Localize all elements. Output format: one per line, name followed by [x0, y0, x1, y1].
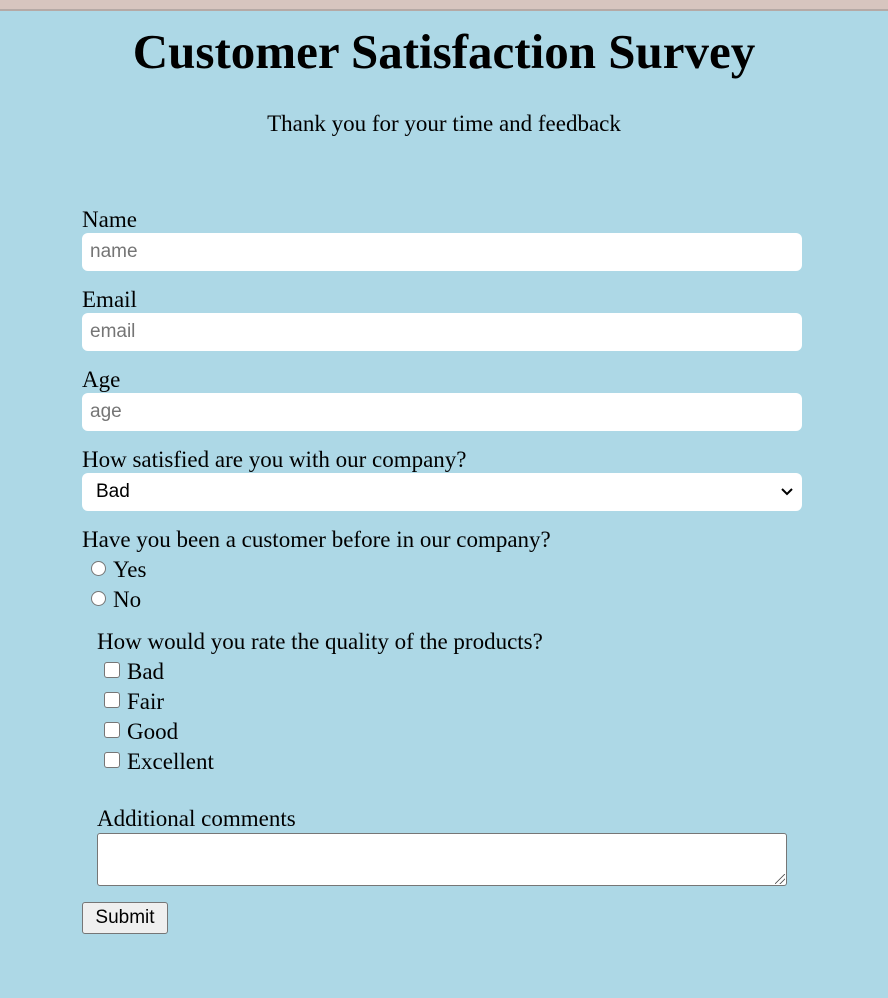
- checkbox-excellent[interactable]: [104, 752, 120, 768]
- radio-yes[interactable]: [91, 561, 106, 576]
- radio-no-label: No: [113, 587, 142, 612]
- resize-handle-icon[interactable]: [775, 874, 785, 884]
- age-input[interactable]: [82, 393, 802, 431]
- name-input[interactable]: [82, 233, 802, 271]
- checkbox-fair-label: Fair: [127, 689, 165, 714]
- quality-label: How would you rate the quality of the pr…: [97, 629, 543, 654]
- page-subtitle: Thank you for your time and feedback: [267, 111, 621, 136]
- checkbox-bad-label: Bad: [127, 659, 165, 684]
- email-input[interactable]: [82, 313, 802, 351]
- checkbox-bad[interactable]: [104, 662, 120, 678]
- name-label: Name: [82, 207, 137, 232]
- customer-before-label: Have you been a customer before in our c…: [82, 527, 551, 552]
- age-label: Age: [82, 367, 121, 392]
- comments-textarea[interactable]: [97, 833, 787, 886]
- page-title: Customer Satisfaction Survey: [132, 24, 756, 79]
- checkbox-good[interactable]: [104, 722, 120, 738]
- checkbox-excellent-label: Excellent: [127, 749, 214, 774]
- browser-top-bar: [0, 0, 888, 11]
- radio-yes-label: Yes: [113, 557, 147, 582]
- checkbox-good-label: Good: [127, 719, 179, 744]
- email-label: Email: [82, 287, 137, 312]
- comments-label: Additional comments: [97, 806, 296, 831]
- radio-no[interactable]: [91, 591, 106, 606]
- checkbox-fair[interactable]: [104, 692, 120, 708]
- submit-button[interactable]: Submit: [82, 902, 168, 934]
- satisfaction-label: How satisfied are you with our company?: [82, 447, 467, 472]
- satisfaction-select[interactable]: Bad: [82, 473, 802, 511]
- chevron-down-icon: [780, 473, 794, 526]
- satisfaction-selected-value: Bad: [96, 481, 130, 502]
